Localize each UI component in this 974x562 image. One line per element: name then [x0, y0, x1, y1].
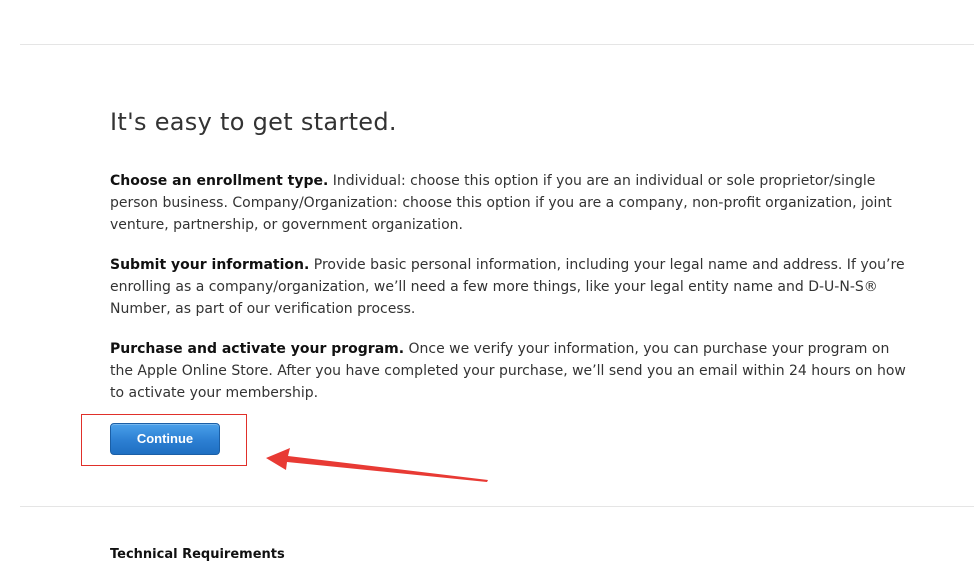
step-submit-information: Submit your information. Provide basic p… — [110, 254, 910, 320]
top-divider — [20, 44, 974, 45]
step-title: Choose an enrollment type. — [110, 173, 329, 189]
step-enrollment-type: Choose an enrollment type. Individual: c… — [110, 170, 910, 236]
step-title: Submit your information. — [110, 257, 310, 273]
technical-requirements-heading: Technical Requirements — [110, 547, 285, 562]
step-purchase-activate: Purchase and activate your program. Once… — [110, 338, 910, 404]
step-title: Purchase and activate your program. — [110, 341, 405, 357]
page-title: It's easy to get started. — [110, 108, 397, 136]
bottom-divider — [20, 506, 974, 507]
continue-button[interactable]: Continue — [110, 423, 220, 455]
arrow-left-icon — [266, 448, 488, 482]
